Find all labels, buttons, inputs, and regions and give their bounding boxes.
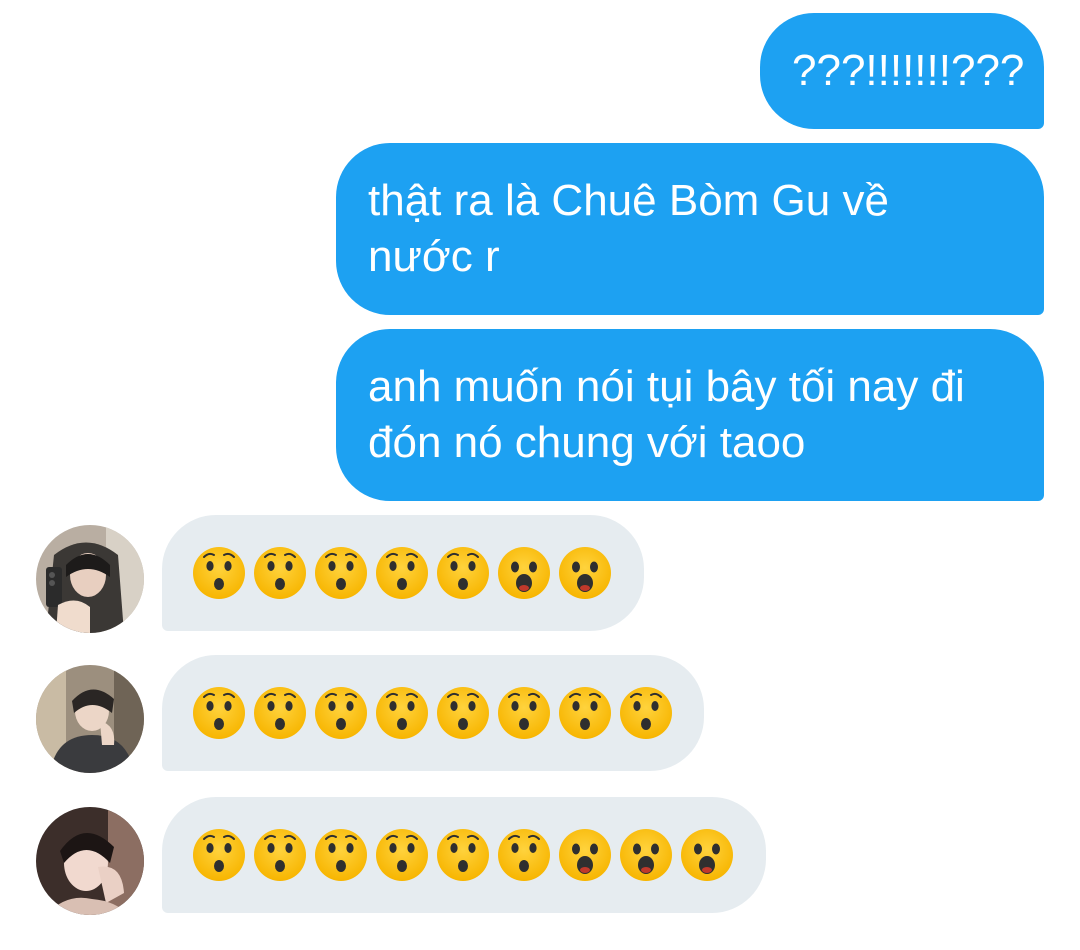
incoming-message[interactable] (162, 515, 644, 631)
hushed-face-icon (376, 687, 428, 739)
open-mouth-face-icon (620, 829, 672, 881)
avatar[interactable] (36, 525, 144, 633)
incoming-message[interactable] (162, 797, 766, 913)
outgoing-message[interactable]: anh muốn nói tụi bây tối nay đi đón nó c… (336, 329, 1044, 501)
outgoing-message[interactable]: ???!!!!!!!??? (760, 13, 1044, 129)
hushed-face-icon (315, 687, 367, 739)
hushed-face-icon (315, 547, 367, 599)
hushed-face-icon (193, 829, 245, 881)
hushed-face-icon (254, 687, 306, 739)
incoming-message[interactable] (162, 655, 704, 771)
hushed-face-icon (620, 687, 672, 739)
hushed-face-icon (254, 547, 306, 599)
message-text: ???!!!!!!!??? (792, 46, 1025, 95)
open-mouth-face-icon (559, 547, 611, 599)
hushed-face-icon (437, 829, 489, 881)
hushed-face-icon (193, 687, 245, 739)
hushed-face-icon (559, 687, 611, 739)
outgoing-message[interactable]: thật ra là Chuê Bòm Gu về nước r (336, 143, 1044, 315)
message-text: thật ra là Chuê Bòm Gu về nước r (368, 176, 889, 281)
hushed-face-icon (376, 829, 428, 881)
hushed-face-icon (254, 829, 306, 881)
hushed-face-icon (498, 687, 550, 739)
open-mouth-face-icon (498, 547, 550, 599)
avatar[interactable] (36, 665, 144, 773)
hushed-face-icon (376, 547, 428, 599)
hushed-face-icon (437, 547, 489, 599)
open-mouth-face-icon (559, 829, 611, 881)
hushed-face-icon (498, 829, 550, 881)
hushed-face-icon (315, 829, 367, 881)
message-text: anh muốn nói tụi bây tối nay đi đón nó c… (368, 362, 965, 467)
hushed-face-icon (193, 547, 245, 599)
open-mouth-face-icon (681, 829, 733, 881)
avatar[interactable] (36, 807, 144, 915)
hushed-face-icon (437, 687, 489, 739)
chat-thread: ???!!!!!!!??? thật ra là Chuê Bòm Gu về … (0, 0, 1080, 950)
